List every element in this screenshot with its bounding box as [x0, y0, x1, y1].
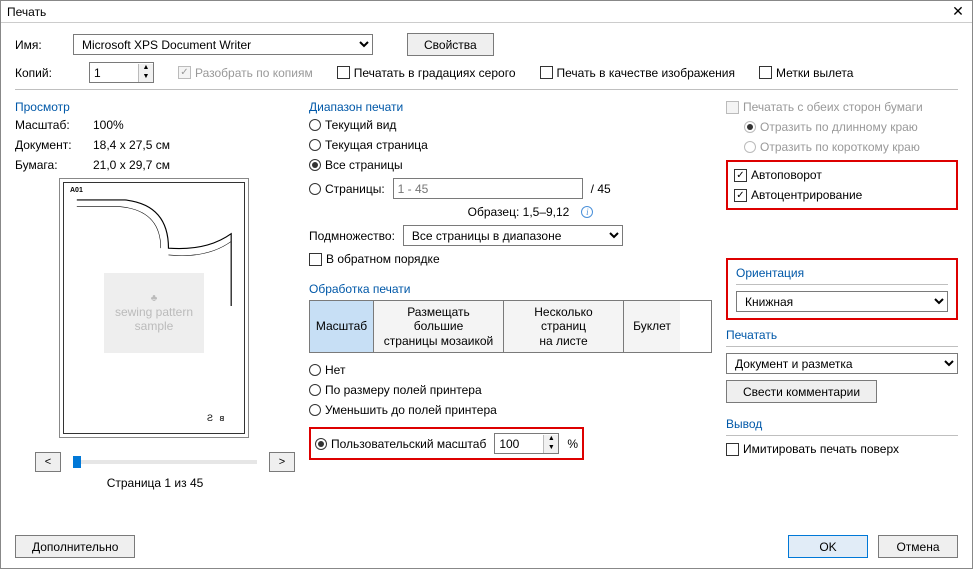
custom-scale-input[interactable]	[495, 434, 543, 453]
copies-up-icon[interactable]: ▲	[139, 64, 153, 73]
output-title: Вывод	[726, 417, 958, 431]
subset-label: Подмножество:	[309, 229, 395, 243]
scale-shrink-radio[interactable]: Уменьшить до полей принтера	[309, 403, 497, 417]
doc-size-value: 18,4 x 27,5 см	[93, 138, 170, 152]
both-sides-checkbox: Печатать с обеих сторон бумаги	[726, 100, 923, 114]
preview-title: Просмотр	[15, 100, 295, 114]
preview-watermark: ♣ sewing patternsample	[104, 273, 204, 353]
orientation-title: Ориентация	[736, 266, 948, 280]
range-all-pages-radio[interactable]: Все страницы	[309, 158, 403, 172]
advanced-button[interactable]: Дополнительно	[15, 535, 135, 558]
preview-prev-button[interactable]: <	[35, 452, 61, 472]
scale-up-icon[interactable]: ▲	[544, 435, 558, 444]
copies-input[interactable]	[90, 63, 138, 82]
range-title: Диапазон печати	[309, 100, 712, 114]
dialog-title: Печать	[7, 5, 950, 19]
range-pages-radio[interactable]: Страницы:	[309, 182, 385, 196]
info-icon[interactable]: i	[581, 206, 593, 218]
copies-down-icon[interactable]: ▼	[139, 73, 153, 82]
range-current-page-radio[interactable]: Текущая страница	[309, 138, 428, 152]
auto-options-highlight: ✓Автоповорот ✓Автоцентрирование	[726, 160, 958, 210]
preview-slider[interactable]	[73, 460, 257, 464]
handling-title: Обработка печати	[309, 282, 712, 296]
simulate-overprint-checkbox[interactable]: Имитировать печать поверх	[726, 442, 899, 456]
scale-fit-margins-radio[interactable]: По размеру полей принтера	[309, 383, 482, 397]
paper-size-label: Бумага:	[15, 158, 85, 172]
orientation-select[interactable]: Книжная	[736, 291, 948, 312]
print-what-select[interactable]: Документ и разметка	[726, 353, 958, 374]
cancel-button[interactable]: Отмена	[878, 535, 958, 558]
autocenter-checkbox[interactable]: ✓Автоцентрирование	[734, 188, 862, 202]
scale-label: Масштаб:	[15, 118, 85, 132]
custom-scale-highlight: Пользовательский масштаб ▲ ▼ %	[309, 427, 584, 460]
print-dialog: Печать ✕ Имя: Microsoft XPS Document Wri…	[0, 0, 973, 569]
tab-booklet[interactable]: Буклет	[624, 301, 680, 352]
page-preview: A01 ♣ sewing patternsample	[59, 178, 249, 438]
percent-label: %	[567, 437, 578, 451]
tab-multiple[interactable]: Несколько страниц на листе	[504, 301, 624, 352]
tab-scale[interactable]: Масштаб	[310, 301, 374, 352]
handling-tabs: Масштаб Размещать большие страницы мозаи…	[309, 300, 712, 353]
page-indicator: Страница 1 из 45	[15, 476, 295, 490]
ok-button[interactable]: OK	[788, 535, 868, 558]
flip-short-radio: Отразить по короткому краю	[744, 140, 920, 154]
custom-scale-spinner[interactable]: ▲ ▼	[494, 433, 559, 454]
collate-checkbox: ✓Разобрать по копиям	[178, 66, 313, 80]
bleed-marks-checkbox[interactable]: Метки вылета	[759, 66, 854, 80]
doc-size-label: Документ:	[15, 138, 85, 152]
grayscale-checkbox[interactable]: Печатать в градациях серого	[337, 66, 516, 80]
slider-thumb[interactable]	[73, 456, 81, 468]
as-image-checkbox[interactable]: Печать в качестве изображения	[540, 66, 735, 80]
preview-text-snippet: в S	[205, 413, 224, 423]
print-what-title: Печатать	[726, 328, 958, 342]
flatten-comments-button[interactable]: Свести комментарии	[726, 380, 877, 403]
scale-value: 100%	[93, 118, 124, 132]
scale-custom-radio[interactable]: Пользовательский масштаб	[315, 437, 486, 451]
autorotate-checkbox[interactable]: ✓Автоповорот	[734, 168, 822, 182]
tree-icon: ♣	[151, 293, 158, 304]
pages-input[interactable]	[393, 178, 583, 199]
tab-tile[interactable]: Размещать большие страницы мозаикой	[374, 301, 504, 352]
pages-sample-label: Образец: 1,5–9,12	[468, 205, 570, 219]
flip-long-radio: Отразить по длинному краю	[744, 120, 918, 134]
pages-total: / 45	[591, 182, 611, 196]
scale-none-radio[interactable]: Нет	[309, 363, 345, 377]
range-current-view-radio[interactable]: Текущий вид	[309, 118, 396, 132]
paper-size-value: 21,0 x 29,7 см	[93, 158, 170, 172]
copies-label: Копий:	[15, 66, 65, 80]
orientation-highlight: Ориентация Книжная	[726, 258, 958, 320]
close-icon[interactable]: ✕	[950, 4, 966, 20]
preview-next-button[interactable]: >	[269, 452, 295, 472]
copies-spinner[interactable]: ▲ ▼	[89, 62, 154, 83]
printer-select[interactable]: Microsoft XPS Document Writer	[73, 34, 373, 55]
scale-down-icon[interactable]: ▼	[544, 444, 558, 453]
properties-button[interactable]: Свойства	[407, 33, 494, 56]
printer-name-label: Имя:	[15, 38, 65, 52]
subset-select[interactable]: Все страницы в диапазоне	[403, 225, 623, 246]
titlebar: Печать ✕	[1, 1, 972, 23]
reverse-order-checkbox[interactable]: В обратном порядке	[309, 252, 440, 266]
